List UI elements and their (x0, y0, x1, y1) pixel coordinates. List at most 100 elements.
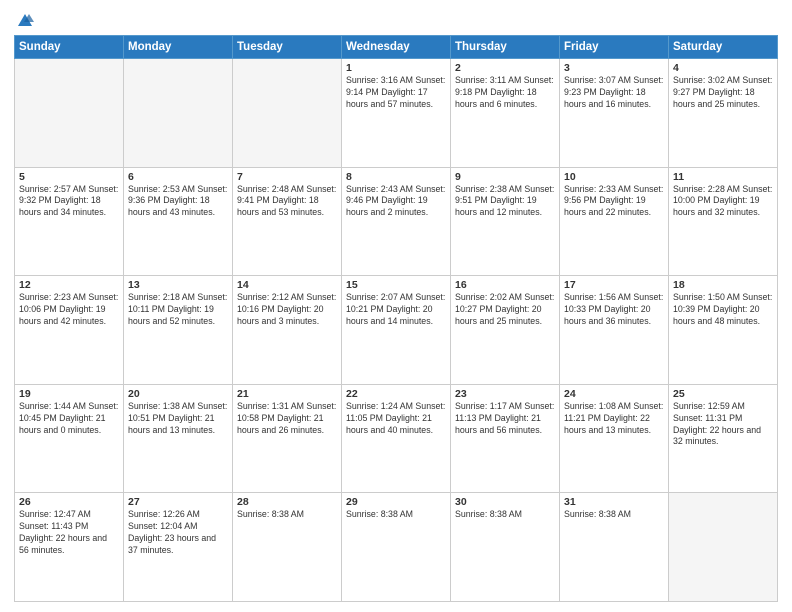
day-number: 2 (455, 62, 555, 74)
calendar-cell: 21Sunrise: 1:31 AM Sunset: 10:58 PM Dayl… (233, 384, 342, 493)
logo-icon (16, 12, 34, 30)
day-info: Sunrise: 2:28 AM Sunset: 10:00 PM Daylig… (673, 184, 773, 220)
calendar-cell: 13Sunrise: 2:18 AM Sunset: 10:11 PM Dayl… (124, 276, 233, 385)
week-row-3: 19Sunrise: 1:44 AM Sunset: 10:45 PM Dayl… (15, 384, 778, 493)
weekday-header-thursday: Thursday (451, 36, 560, 59)
calendar-cell: 6Sunrise: 2:53 AM Sunset: 9:36 PM Daylig… (124, 167, 233, 276)
day-number: 24 (564, 388, 664, 400)
day-number: 15 (346, 279, 446, 291)
calendar-cell: 5Sunrise: 2:57 AM Sunset: 9:32 PM Daylig… (15, 167, 124, 276)
calendar-cell: 17Sunrise: 1:56 AM Sunset: 10:33 PM Dayl… (560, 276, 669, 385)
day-number: 4 (673, 62, 773, 74)
day-info: Sunrise: 2:57 AM Sunset: 9:32 PM Dayligh… (19, 184, 119, 220)
calendar-cell: 30Sunrise: 8:38 AM (451, 493, 560, 602)
calendar-cell: 4Sunrise: 3:02 AM Sunset: 9:27 PM Daylig… (669, 59, 778, 168)
day-info: Sunrise: 12:26 AM Sunset: 12:04 AM Dayli… (128, 509, 228, 557)
logo (14, 10, 34, 27)
day-number: 27 (128, 496, 228, 508)
day-info: Sunrise: 1:50 AM Sunset: 10:39 PM Daylig… (673, 292, 773, 328)
day-number: 21 (237, 388, 337, 400)
day-info: Sunrise: 2:48 AM Sunset: 9:41 PM Dayligh… (237, 184, 337, 220)
weekday-header-monday: Monday (124, 36, 233, 59)
day-info: Sunrise: 1:56 AM Sunset: 10:33 PM Daylig… (564, 292, 664, 328)
day-number: 17 (564, 279, 664, 291)
calendar-cell: 12Sunrise: 2:23 AM Sunset: 10:06 PM Dayl… (15, 276, 124, 385)
day-info: Sunrise: 2:33 AM Sunset: 9:56 PM Dayligh… (564, 184, 664, 220)
calendar-cell: 7Sunrise: 2:48 AM Sunset: 9:41 PM Daylig… (233, 167, 342, 276)
week-row-2: 12Sunrise: 2:23 AM Sunset: 10:06 PM Dayl… (15, 276, 778, 385)
calendar-table: SundayMondayTuesdayWednesdayThursdayFrid… (14, 35, 778, 602)
day-number: 20 (128, 388, 228, 400)
day-info: Sunrise: 12:47 AM Sunset: 11:43 PM Dayli… (19, 509, 119, 557)
calendar-page: SundayMondayTuesdayWednesdayThursdayFrid… (0, 0, 792, 612)
calendar-cell: 25Sunrise: 12:59 AM Sunset: 11:31 PM Day… (669, 384, 778, 493)
day-info: Sunrise: 3:16 AM Sunset: 9:14 PM Dayligh… (346, 75, 446, 111)
day-info: Sunrise: 8:38 AM (346, 509, 446, 521)
day-number: 12 (19, 279, 119, 291)
week-row-0: 1Sunrise: 3:16 AM Sunset: 9:14 PM Daylig… (15, 59, 778, 168)
day-number: 16 (455, 279, 555, 291)
calendar-cell: 20Sunrise: 1:38 AM Sunset: 10:51 PM Dayl… (124, 384, 233, 493)
calendar-cell: 27Sunrise: 12:26 AM Sunset: 12:04 AM Day… (124, 493, 233, 602)
day-info: Sunrise: 1:44 AM Sunset: 10:45 PM Daylig… (19, 401, 119, 437)
day-info: Sunrise: 8:38 AM (564, 509, 664, 521)
calendar-cell: 28Sunrise: 8:38 AM (233, 493, 342, 602)
calendar-cell (124, 59, 233, 168)
day-number: 22 (346, 388, 446, 400)
day-number: 7 (237, 171, 337, 183)
weekday-header-tuesday: Tuesday (233, 36, 342, 59)
weekday-header-sunday: Sunday (15, 36, 124, 59)
calendar-cell: 8Sunrise: 2:43 AM Sunset: 9:46 PM Daylig… (342, 167, 451, 276)
day-info: Sunrise: 2:38 AM Sunset: 9:51 PM Dayligh… (455, 184, 555, 220)
day-info: Sunrise: 2:43 AM Sunset: 9:46 PM Dayligh… (346, 184, 446, 220)
header (14, 10, 778, 27)
calendar-cell: 2Sunrise: 3:11 AM Sunset: 9:18 PM Daylig… (451, 59, 560, 168)
day-info: Sunrise: 8:38 AM (237, 509, 337, 521)
weekday-header-wednesday: Wednesday (342, 36, 451, 59)
calendar-cell: 22Sunrise: 1:24 AM Sunset: 11:05 PM Dayl… (342, 384, 451, 493)
day-info: Sunrise: 2:07 AM Sunset: 10:21 PM Daylig… (346, 292, 446, 328)
calendar-cell: 16Sunrise: 2:02 AM Sunset: 10:27 PM Dayl… (451, 276, 560, 385)
weekday-header-friday: Friday (560, 36, 669, 59)
calendar-cell: 18Sunrise: 1:50 AM Sunset: 10:39 PM Dayl… (669, 276, 778, 385)
day-number: 26 (19, 496, 119, 508)
weekday-header-row: SundayMondayTuesdayWednesdayThursdayFrid… (15, 36, 778, 59)
calendar-cell (15, 59, 124, 168)
calendar-cell: 9Sunrise: 2:38 AM Sunset: 9:51 PM Daylig… (451, 167, 560, 276)
calendar-cell: 26Sunrise: 12:47 AM Sunset: 11:43 PM Day… (15, 493, 124, 602)
day-number: 31 (564, 496, 664, 508)
calendar-cell (669, 493, 778, 602)
day-info: Sunrise: 1:24 AM Sunset: 11:05 PM Daylig… (346, 401, 446, 437)
day-info: Sunrise: 3:11 AM Sunset: 9:18 PM Dayligh… (455, 75, 555, 111)
day-info: Sunrise: 2:53 AM Sunset: 9:36 PM Dayligh… (128, 184, 228, 220)
day-number: 1 (346, 62, 446, 74)
calendar-cell: 19Sunrise: 1:44 AM Sunset: 10:45 PM Dayl… (15, 384, 124, 493)
day-number: 11 (673, 171, 773, 183)
day-info: Sunrise: 12:59 AM Sunset: 11:31 PM Dayli… (673, 401, 773, 449)
day-info: Sunrise: 1:08 AM Sunset: 11:21 PM Daylig… (564, 401, 664, 437)
day-number: 30 (455, 496, 555, 508)
day-number: 6 (128, 171, 228, 183)
day-number: 14 (237, 279, 337, 291)
day-info: Sunrise: 2:02 AM Sunset: 10:27 PM Daylig… (455, 292, 555, 328)
day-number: 18 (673, 279, 773, 291)
day-number: 13 (128, 279, 228, 291)
day-info: Sunrise: 8:38 AM (455, 509, 555, 521)
day-info: Sunrise: 2:18 AM Sunset: 10:11 PM Daylig… (128, 292, 228, 328)
day-number: 9 (455, 171, 555, 183)
day-info: Sunrise: 2:12 AM Sunset: 10:16 PM Daylig… (237, 292, 337, 328)
day-number: 5 (19, 171, 119, 183)
calendar-cell: 29Sunrise: 8:38 AM (342, 493, 451, 602)
day-info: Sunrise: 1:38 AM Sunset: 10:51 PM Daylig… (128, 401, 228, 437)
calendar-cell: 3Sunrise: 3:07 AM Sunset: 9:23 PM Daylig… (560, 59, 669, 168)
week-row-1: 5Sunrise: 2:57 AM Sunset: 9:32 PM Daylig… (15, 167, 778, 276)
day-info: Sunrise: 3:02 AM Sunset: 9:27 PM Dayligh… (673, 75, 773, 111)
week-row-4: 26Sunrise: 12:47 AM Sunset: 11:43 PM Day… (15, 493, 778, 602)
calendar-cell: 10Sunrise: 2:33 AM Sunset: 9:56 PM Dayli… (560, 167, 669, 276)
calendar-cell: 11Sunrise: 2:28 AM Sunset: 10:00 PM Dayl… (669, 167, 778, 276)
day-info: Sunrise: 2:23 AM Sunset: 10:06 PM Daylig… (19, 292, 119, 328)
calendar-cell (233, 59, 342, 168)
day-number: 19 (19, 388, 119, 400)
day-number: 8 (346, 171, 446, 183)
calendar-cell: 31Sunrise: 8:38 AM (560, 493, 669, 602)
